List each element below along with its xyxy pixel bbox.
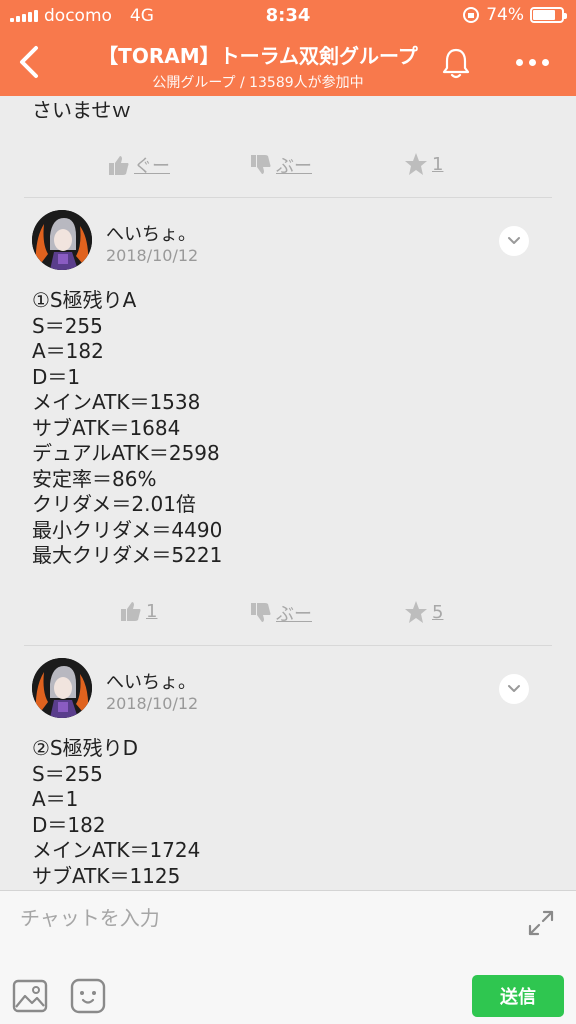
post-tail-text: さいませｗ (32, 98, 132, 122)
star-button[interactable]: 1 (404, 152, 443, 176)
nav-bar: 【TORAM】トーラム双剣グループ 公開グループ / 13589人が参加中 (0, 32, 576, 96)
post-line: サブATK＝1684 (32, 415, 181, 440)
post-divider (24, 645, 552, 646)
chat-input[interactable] (20, 903, 500, 933)
good-button[interactable]: ぐー (108, 152, 170, 178)
good-button[interactable]: 1 (120, 600, 157, 622)
post-line: 最大クリダメ＝5221 (32, 543, 223, 567)
post-line: デュアルATK＝2598 (32, 441, 220, 465)
bad-button[interactable]: ぶー (250, 600, 312, 626)
message-composer: 送信 (0, 890, 576, 1024)
bad-label: ぶー (276, 156, 312, 177)
post-author[interactable]: へいちょ。 (106, 220, 196, 246)
star-icon (405, 153, 427, 175)
post-line: 最小クリダメ＝4490 (32, 517, 223, 542)
post-body: ①S極残りA S＝255 A＝182 D＝1 メインATK＝1538 サブATK… (32, 288, 222, 569)
expand-icon[interactable] (527, 909, 555, 937)
image-icon[interactable] (12, 979, 48, 1013)
group-title: 【TORAM】トーラム双剣グループ (98, 44, 418, 68)
group-subtitle: 公開グループ / 13589人が参加中 (152, 75, 364, 91)
post-line: 安定率＝86% (32, 466, 157, 491)
more-options-button[interactable] (512, 50, 552, 74)
post-line: S＝255 (32, 313, 103, 338)
post-line: メインATK＝1724 (32, 838, 201, 862)
avatar-image (32, 658, 92, 718)
thumbs-up-icon (121, 602, 141, 621)
send-button[interactable]: 送信 (472, 975, 564, 1017)
post-line: A＝1 (32, 787, 79, 811)
star-count: 5 (432, 601, 444, 623)
post-line: D＝182 (32, 812, 106, 837)
good-count: 1 (146, 600, 158, 622)
post-divider (24, 197, 552, 198)
star-count: 1 (432, 153, 444, 175)
post-body: ②S極残りD S＝255 A＝1 D＝182 メインATK＝1724 サブATK… (32, 736, 200, 889)
post-line: A＝182 (32, 339, 104, 363)
good-label: ぐー (134, 156, 170, 177)
thumbs-down-icon (251, 603, 271, 622)
post-author[interactable]: へいちょ。 (106, 668, 196, 694)
post-date: 2018/10/12 (106, 246, 199, 265)
avatar-image (32, 210, 92, 270)
post-line: クリダメ＝2.01倍 (32, 492, 196, 516)
battery-percent: 74% (486, 5, 524, 25)
post-menu-button[interactable] (499, 226, 529, 256)
post-line: D＝1 (32, 364, 81, 389)
star-button[interactable]: 5 (404, 600, 443, 624)
thumbs-down-icon (251, 155, 271, 174)
avatar[interactable] (32, 658, 92, 718)
thumbs-up-icon (109, 156, 129, 175)
star-icon (405, 601, 427, 623)
post-line: ①S極残りA (32, 288, 137, 312)
post-line: ②S極残りD (32, 736, 139, 760)
avatar[interactable] (32, 210, 92, 270)
rotation-lock-icon (463, 7, 480, 23)
bad-label: ぶー (276, 604, 312, 625)
back-chevron-icon[interactable] (14, 42, 44, 82)
reaction-bar: ぐー ぶー 1 (0, 152, 576, 182)
chevron-down-icon (508, 237, 520, 244)
chevron-down-icon (508, 685, 520, 692)
bell-icon[interactable] (440, 46, 472, 80)
bad-button[interactable]: ぶー (250, 152, 312, 178)
battery-icon (530, 7, 567, 23)
post-menu-button[interactable] (499, 674, 529, 704)
chat-feed[interactable]: さいませｗ ぐー ぶー 1 へいちょ。 2018/10/12 ①S極残りA S＝… (0, 96, 576, 890)
sticker-icon[interactable] (70, 978, 106, 1014)
post-date: 2018/10/12 (106, 694, 199, 713)
status-bar: docomo 4G 8:34 74% (0, 0, 576, 32)
post-line: S＝255 (32, 761, 103, 786)
post-line: メインATK＝1538 (32, 390, 201, 414)
top-bar: docomo 4G 8:34 74% 【TORAM】トーラム双剣グループ 公開グ… (0, 0, 576, 96)
post-line: サブATK＝1125 (32, 863, 181, 888)
reaction-bar: 1 ぶー 5 (0, 600, 576, 630)
